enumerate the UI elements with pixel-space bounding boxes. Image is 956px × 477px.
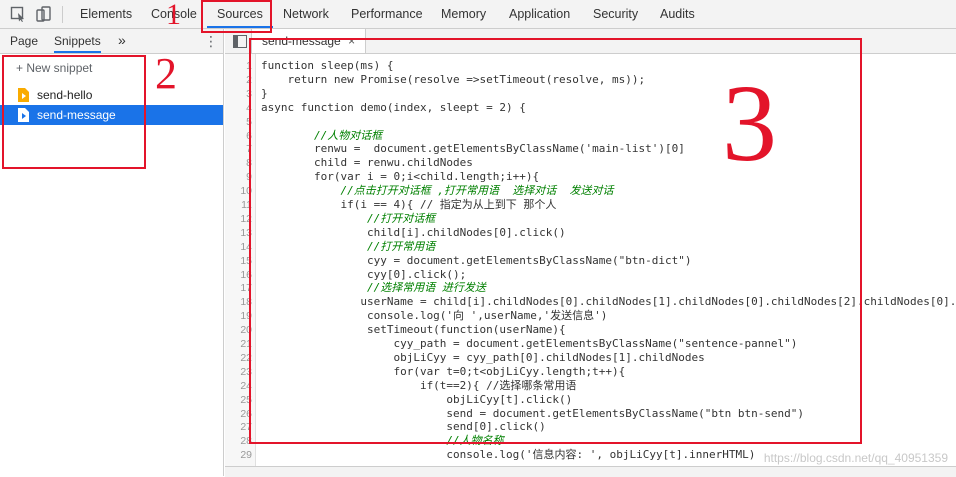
toolbar-divider — [62, 6, 63, 23]
line-number: 13 — [240, 226, 252, 239]
line-number: 19 — [240, 310, 252, 323]
line-number: 26 — [240, 407, 252, 420]
devtools-tab-bar: Elements Console Sources Network Perform… — [0, 0, 956, 29]
line-number: 10 — [240, 185, 252, 198]
line-number: 21 — [240, 338, 252, 350]
line-number: 1 — [246, 60, 252, 72]
line-number: 14 — [240, 240, 252, 253]
line-number: 9 — [246, 171, 252, 184]
line-number: 18 — [240, 296, 252, 309]
tab-elements[interactable]: Elements — [80, 0, 132, 28]
tab-memory[interactable]: Memory — [441, 0, 486, 28]
editor-status-bar — [225, 466, 956, 477]
code-line: 29 console.log('信息内容: ', objLiCyy[t].inn… — [240, 448, 756, 462]
line-number: 8 — [246, 157, 252, 170]
line-number: 5 — [246, 115, 252, 128]
line-number: 6 — [246, 129, 252, 142]
tab-snippets[interactable]: Snippets — [54, 29, 101, 53]
line-number: 3 — [246, 87, 252, 100]
tab-page[interactable]: Page — [10, 29, 38, 53]
code-text: console.log('信息内容: ', objLiCyy[t].innerH… — [261, 448, 756, 462]
line-number: 12 — [240, 212, 252, 225]
annotation-number-3: 3 — [722, 62, 777, 184]
tab-network[interactable]: Network — [283, 0, 329, 28]
line-number: 16 — [240, 268, 252, 281]
line-number: 23 — [240, 365, 252, 378]
annotation-box-sources-tab — [201, 0, 272, 33]
annotation-number-1: 1 — [166, 0, 181, 31]
tab-security[interactable]: Security — [593, 0, 638, 28]
watermark: https://blog.csdn.net/qq_40951359 — [763, 451, 948, 465]
tab-audits[interactable]: Audits — [660, 0, 695, 28]
line-number: 20 — [240, 324, 252, 337]
more-tabs-icon[interactable]: » — [118, 29, 126, 53]
tab-performance[interactable]: Performance — [351, 0, 423, 28]
line-number: 27 — [240, 421, 252, 434]
line-number: 29 — [240, 449, 252, 462]
navigator-tab-bar: Page Snippets » ⋮ — [0, 29, 223, 54]
annotation-number-2: 2 — [155, 49, 177, 98]
line-number: 7 — [246, 143, 252, 156]
line-number: 25 — [240, 393, 252, 406]
line-number: 28 — [240, 435, 252, 448]
line-number: 2 — [246, 73, 252, 86]
annotation-box-snippets — [2, 55, 146, 169]
device-toolbar-icon[interactable] — [36, 6, 52, 22]
line-number: 15 — [240, 254, 252, 267]
line-number: 22 — [240, 351, 252, 364]
line-number: 11 — [241, 199, 252, 211]
line-number: 17 — [240, 282, 252, 295]
tab-application[interactable]: Application — [509, 0, 570, 28]
line-number: 24 — [240, 379, 252, 392]
line-number: 4 — [246, 101, 252, 114]
inspect-element-icon[interactable] — [10, 6, 26, 22]
toggle-navigator-icon[interactable] — [233, 35, 247, 48]
